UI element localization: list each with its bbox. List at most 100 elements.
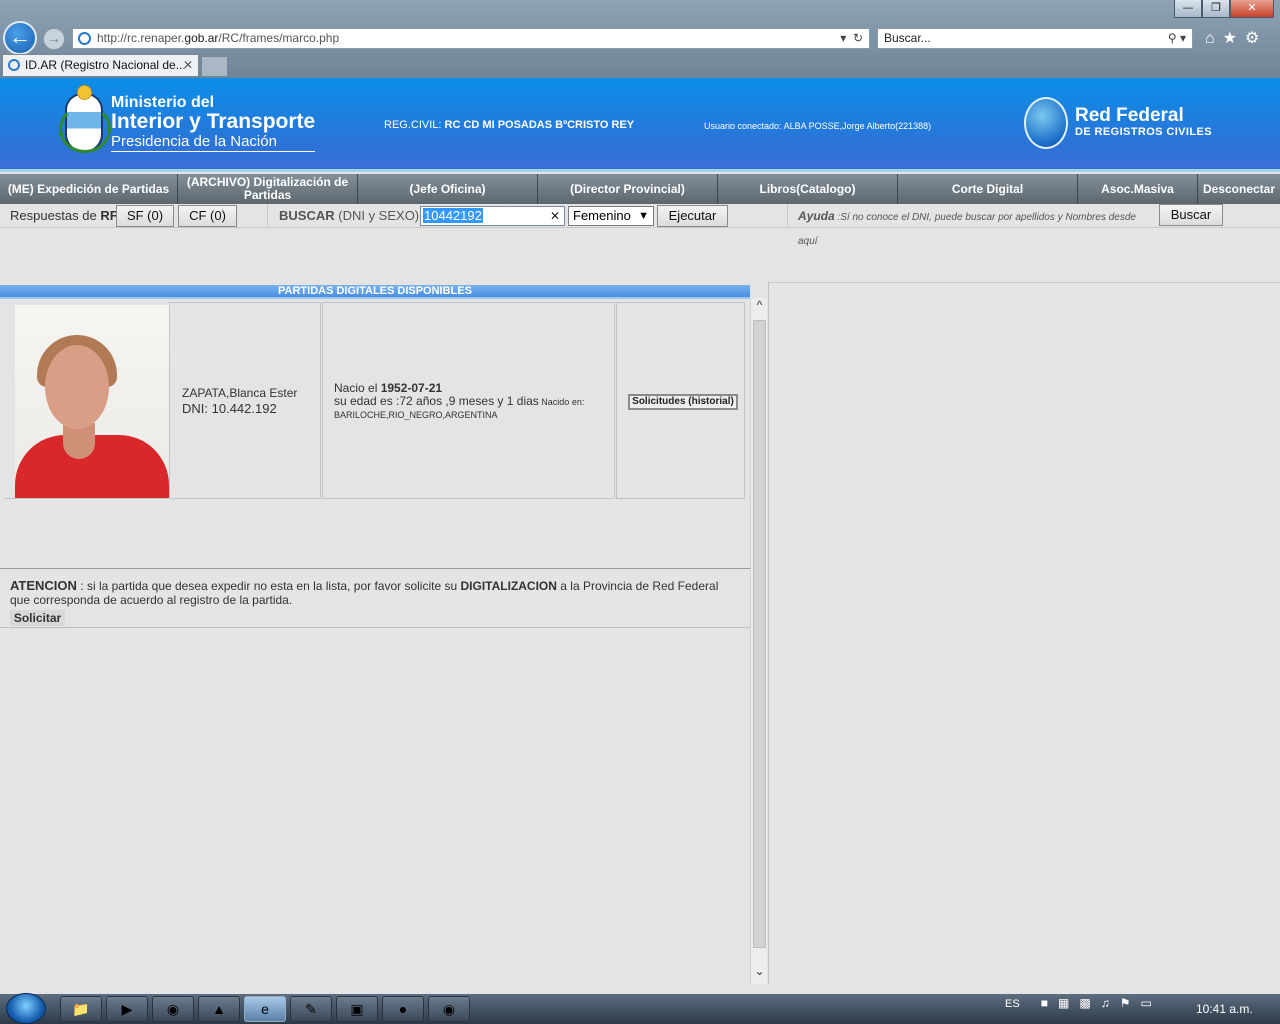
age-text: su edad es :72 años ,9 meses y 1 dias (334, 394, 539, 408)
dni-input[interactable]: 10442192 ✕ (420, 206, 565, 226)
search-dropdown-icon[interactable]: ▾ (1180, 31, 1186, 45)
language-indicator[interactable]: ES (1005, 998, 1020, 1010)
attention-text1: : si la partida que desea expedir no est… (76, 579, 461, 593)
menu-corte-digital[interactable]: Corte Digital (898, 174, 1078, 204)
attention-title: ATENCION (10, 578, 77, 593)
born-in-label: Nacido en: (538, 397, 585, 407)
attention-bold: DIGITALIZACION (460, 579, 557, 593)
close-tab-icon[interactable]: ✕ (183, 55, 193, 76)
ayuda-text: :Sí no conoce el DNI, puede buscar por a… (798, 212, 1136, 247)
globe-logo-icon (1024, 97, 1068, 149)
paint-icon[interactable]: ▣ (336, 996, 378, 1022)
sf-button[interactable]: SF (0) (116, 205, 174, 227)
sexo-select[interactable]: Femenino ▼ (568, 206, 654, 226)
connected-user: Usuario conectado: ALBA POSSE,Jorge Albe… (704, 121, 931, 131)
select-arrow-icon: ▼ (638, 210, 649, 222)
cf-button[interactable]: CF (0) (178, 205, 237, 227)
url-host: gob.ar (184, 31, 219, 45)
born-in: BARILOCHE,RIO_NEGRO,ARGENTINA (334, 410, 498, 420)
favorites-star-icon[interactable]: ★ (1223, 30, 1245, 47)
media-player-icon[interactable]: ▶ (106, 996, 148, 1022)
ministry-line1: Ministerio del (111, 94, 215, 111)
scroll-down-icon[interactable]: ⌄ (751, 964, 768, 982)
ayuda-label: Ayuda (798, 209, 835, 223)
result-row: ZAPATA,Blanca Ester DNI: 10.442.192 Naci… (4, 302, 746, 499)
tab-ie-icon (8, 59, 20, 71)
menu-director-provincial[interactable]: (Director Provincial) (538, 174, 718, 204)
scroll-thumb[interactable] (753, 320, 766, 948)
chrome-icon[interactable]: ◉ (152, 996, 194, 1022)
volume-icon[interactable]: ♫ (1101, 996, 1120, 1010)
action-center-icon[interactable]: ▭ (1140, 996, 1161, 1010)
birth-info: Nacio el 1952-07-21 su edad es :72 años … (334, 382, 584, 422)
buscar-hint: (DNI y SEXO) (334, 208, 420, 223)
registro-civil-info: REG.CIVIL: RC CD MI POSADAS BºCRISTO REY (384, 119, 634, 131)
scroll-up-icon[interactable]: ^ (751, 298, 768, 316)
settings-gear-icon[interactable]: ⚙ (1245, 30, 1267, 47)
url-prefix: http://rc.renaper. (97, 31, 185, 45)
forward-button[interactable]: → (43, 28, 65, 50)
close-window-button[interactable]: ✕ (1230, 0, 1274, 18)
scrollbar[interactable]: ^ ⌄ (750, 298, 767, 984)
dni-value: 10442192 (423, 208, 483, 223)
ministry-logo-text: Ministerio del Interior y Transporte Pre… (111, 94, 316, 152)
user-value: ALBA POSSE,Jorge Alberto(221388) (783, 121, 932, 131)
person-name: ZAPATA,Blanca Ester (182, 386, 298, 400)
birth-label: Nacio el (334, 381, 381, 395)
panel-title: PARTIDAS DIGITALES DISPONIBLES (0, 285, 750, 299)
person-identity: ZAPATA,Blanca Ester DNI: 10.442.192 (182, 386, 297, 416)
clock[interactable]: 10:41 a.m. (1196, 1002, 1253, 1016)
buscar-button[interactable]: Buscar (1159, 204, 1223, 226)
flag-icon[interactable]: ⚑ (1120, 996, 1141, 1010)
acrobat-icon[interactable]: ▲ (198, 996, 240, 1022)
frame-top-border (768, 282, 1280, 283)
start-button[interactable] (6, 993, 46, 1024)
refresh-icon[interactable]: ↻ (853, 31, 863, 45)
sun-emblem (77, 85, 92, 100)
argentina-shield-logo (59, 85, 111, 153)
dropdown-icon[interactable]: ▾ (840, 31, 846, 45)
ministry-line2: Interior y Transporte (111, 110, 316, 133)
frame-divider (768, 282, 769, 984)
solicitudes-historial-button[interactable]: Solicitudes (historial) (628, 394, 738, 410)
window-controls: — ❐ ✕ (1174, 0, 1274, 18)
menu-jefe-oficina[interactable]: (Jefe Oficina) (358, 174, 538, 204)
explorer-icon[interactable]: 📁 (60, 996, 102, 1022)
attention-text: ATENCION : si la partida que desea exped… (10, 578, 740, 608)
display-icon[interactable]: ▩ (1079, 996, 1100, 1010)
menu-asoc-masiva[interactable]: Asoc.Masiva (1078, 174, 1198, 204)
dni-label: DNI: (182, 401, 212, 416)
network-icon[interactable]: ▦ (1058, 996, 1079, 1010)
photo-face (45, 345, 109, 429)
menu-digitalizacion-partidas[interactable]: (ARCHIVO) Digitalización de Partidas (178, 174, 358, 204)
buscar-label: BUSCAR (279, 208, 335, 223)
new-tab-button[interactable] (201, 56, 228, 76)
browser-tab[interactable]: ID.AR (Registro Nacional de... ✕ (2, 54, 199, 76)
system-tray: ES ■▦▩♫⚑▭ (1005, 996, 1162, 1010)
regcivil-label: REG.CIVIL: (384, 119, 442, 131)
sexo-value: Femenino (573, 208, 631, 223)
menu-expedicion-partidas[interactable]: (ME) Expedición de Partidas (0, 174, 178, 204)
back-button[interactable]: ← (3, 21, 37, 55)
person-photo (15, 305, 169, 498)
menu-libros-catalogo[interactable]: Libros(Catalogo) (718, 174, 898, 204)
main-menu: (ME) Expedición de Partidas (ARCHIVO) Di… (0, 174, 1280, 204)
ejecutar-button[interactable]: Ejecutar (657, 205, 728, 227)
internet-explorer-icon[interactable]: e (244, 996, 286, 1022)
firefox-icon[interactable]: ● (382, 996, 424, 1022)
address-bar[interactable]: http://rc.renaper.gob.ar/RC/frames/marco… (72, 28, 870, 49)
search-box[interactable]: Buscar... ⚲ ▾ (877, 28, 1193, 49)
red-federal-logo: Red Federal DE REGISTROS CIVILES (1075, 106, 1212, 139)
minimize-button[interactable]: — (1174, 0, 1202, 18)
notepad-icon[interactable]: ✎ (290, 996, 332, 1022)
search-placeholder: Buscar... (884, 31, 931, 45)
restore-button[interactable]: ❐ (1202, 0, 1230, 18)
search-icon[interactable]: ⚲ (1168, 31, 1177, 45)
menu-desconectar[interactable]: Desconectar (1198, 174, 1280, 204)
user-label: Usuario conectado: (704, 121, 782, 131)
solicitar-button[interactable]: Solicitar (10, 610, 65, 626)
clear-input-icon[interactable]: ✕ (550, 207, 560, 225)
chrome2-icon[interactable]: ◉ (428, 996, 470, 1022)
antivirus-icon[interactable]: ■ (1041, 996, 1058, 1010)
home-icon[interactable]: ⌂ (1205, 30, 1223, 47)
